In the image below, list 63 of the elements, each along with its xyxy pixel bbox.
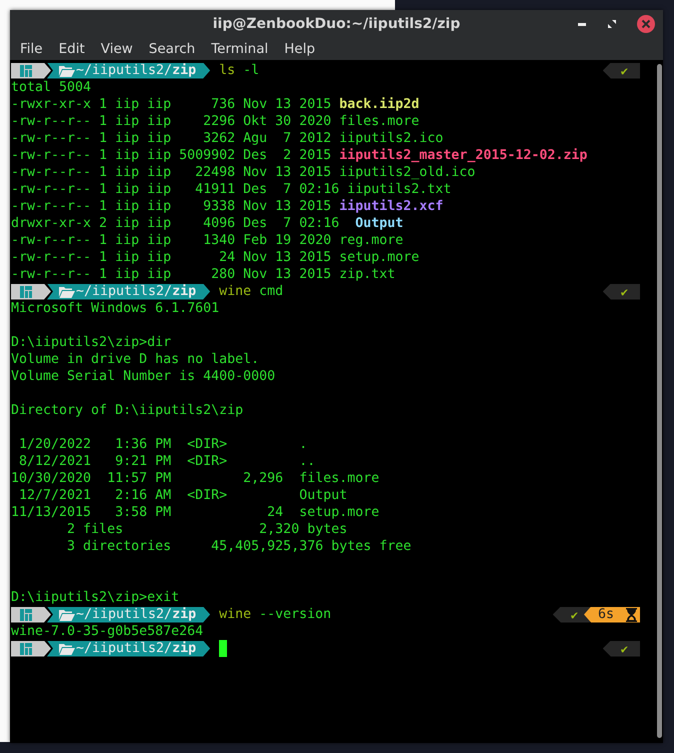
output-text: 8/12/2021 9:21 PM <DIR> .. (18, 453, 316, 470)
file-name: iiputils2.xcf (339, 198, 444, 215)
path-text: ~/iiputils2/zip (76, 606, 196, 623)
logo-icon (11, 640, 51, 656)
logo-icon (11, 62, 51, 78)
command-name: wine (219, 283, 252, 300)
path-text: ~/iiputils2/zip (76, 62, 196, 79)
output-text: -rw-r--r-- 1 iip iip 22498 Nov 13 2015 iiputils2_old.ico (11, 164, 476, 181)
output-text: wine-7.0-35-g0b5e587e264 (11, 623, 204, 640)
output-text: -rw-r--r-- 1 iip iip 24 Nov 13 2015 setup.more (11, 249, 420, 266)
output-text: Volume in drive D has no label. (11, 351, 260, 368)
output-text: Directory of D:\iiputils2\zip (11, 402, 244, 419)
command-name: ls (219, 62, 236, 79)
output-text: 10/30/2020 11:57 PM 2,296 files.more (11, 470, 380, 487)
file-name: back.iip2d (339, 96, 420, 113)
folder-icon (59, 64, 75, 76)
window-title: iip@ZenbookDuo:~/iiputils2/zip (212, 16, 460, 32)
output-text: -rw-r--r-- 1 iip iip 5009902 Des 2 2015 (11, 147, 332, 164)
logo-icon (11, 284, 51, 300)
output-text: -rw-r--r-- 1 iip iip 3262 Agu 7 2012 iiputils2.ico (11, 130, 444, 147)
directory-name: Output (354, 215, 404, 232)
folder-icon (59, 286, 75, 298)
output-text: -rw-r--r-- 1 iip iip 1340 Feb 19 2020 reg.more (11, 232, 404, 249)
output-text: D:\iiputils2\zip>exit (11, 589, 180, 606)
logo-icon (11, 606, 51, 622)
path-text: ~/iiputils2/zip (76, 640, 196, 657)
output-text: -rw-r--r-- 1 iip iip 9338 Nov 13 2015 (11, 198, 332, 215)
path-text: ~/iiputils2/zip (76, 283, 196, 300)
output-text: -rw-r--r-- 1 iip iip 2296 Okt 30 2020 files.more (11, 113, 420, 130)
folder-icon (59, 642, 75, 654)
menu-item[interactable]: Help (276, 41, 324, 57)
output-text: 3 directories 45,405,925,376 bytes free (66, 538, 412, 555)
command-name: wine (219, 606, 252, 623)
hourglass-icon (626, 608, 637, 622)
menu-item[interactable]: Terminal (203, 41, 276, 57)
output-text: -rwxr-xr-x 1 iip iip 736 Nov 13 2015 (11, 96, 332, 113)
output-text: -rw-r--r-- 1 iip iip 280 Nov 13 2015 zip.txt (11, 266, 396, 283)
output-text: 2 files 2,320 bytes (66, 521, 348, 538)
output-text: 11/13/2015 3:58 PM 24 setup.more (11, 504, 380, 521)
maximize-icon[interactable] (607, 19, 617, 29)
output-text: total 5004 (11, 79, 92, 96)
duration-text: 6s (598, 606, 614, 623)
menu-item[interactable]: Edit (50, 41, 93, 57)
scrollbar[interactable] (657, 64, 662, 738)
command-args: -l (243, 62, 260, 79)
output-text: -rw-r--r-- 1 iip iip 41911 Des 7 02:16 iiputils2.txt (11, 181, 452, 198)
status-check: ✔ (602, 284, 640, 300)
menu-item[interactable]: Search (140, 41, 204, 57)
command-args: cmd (259, 283, 284, 300)
status-check: ✔ (602, 62, 640, 78)
menu-item[interactable]: View (92, 41, 141, 57)
output-text: drwxr-xr-x 2 iip iip 4096 Des 7 02:16 (11, 215, 340, 232)
status-check: ✔ (602, 640, 640, 656)
command-args: --version (259, 606, 332, 623)
menu-item[interactable]: File (12, 41, 51, 57)
file-name: iiputils2_master_2015-12-02.zip (339, 147, 588, 164)
close-icon[interactable] (637, 15, 655, 33)
output-text: Volume Serial Number is 4400-0000 (11, 368, 276, 385)
folder-icon (59, 608, 75, 620)
output-text: 12/7/2021 2:16 AM <DIR> Output (18, 487, 348, 504)
output-text: Microsoft Windows 6.1.7601 (11, 300, 220, 317)
output-text: 1/20/2022 1:36 PM <DIR> . (18, 436, 308, 453)
output-text: D:\iiputils2\zip>dir (11, 334, 172, 351)
